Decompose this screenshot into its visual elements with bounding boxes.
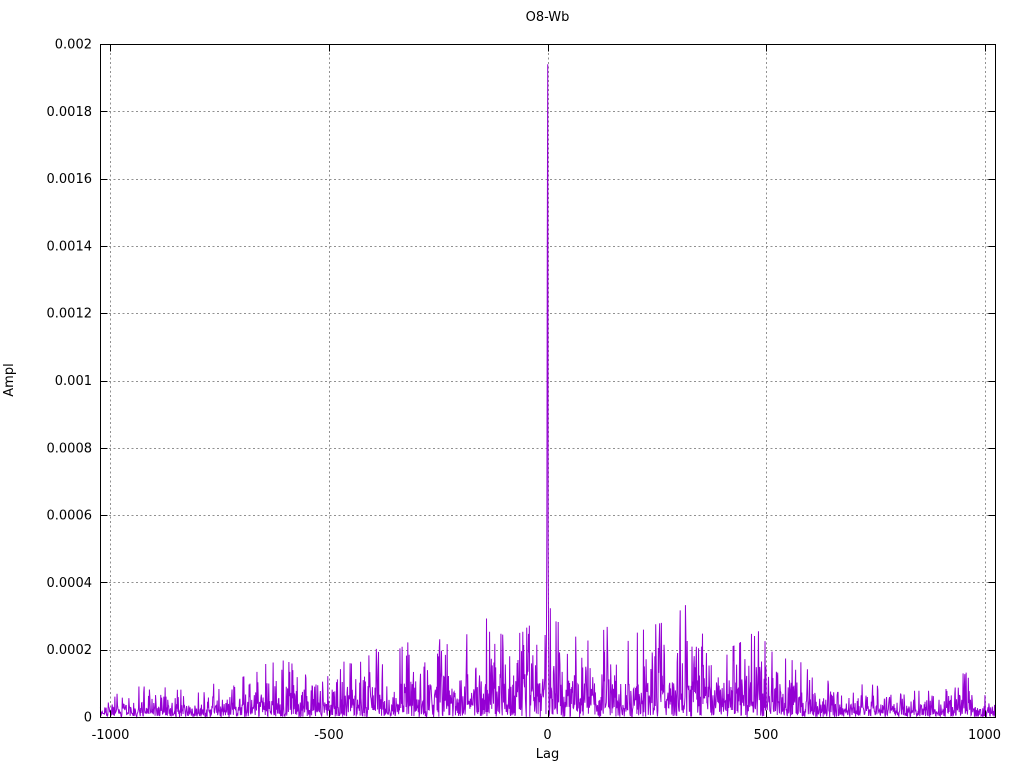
plot-canvas: 0 0.0002 0.0004 0.0006 0.0008 0.001 0.0012 0.00…	[47, 38, 1002, 744]
y-tick-label: 0.0014	[47, 239, 93, 254]
y-tick-label: 0.002	[55, 38, 92, 53]
x-tick-label: -1000	[92, 728, 130, 743]
y-tick-label: 0.0006	[47, 509, 93, 524]
y-tick-label: 0.0018	[47, 105, 93, 120]
y-tick-label: 0	[84, 711, 92, 726]
y-axis-label: Ampl	[2, 363, 17, 397]
x-tick-label: 500	[754, 728, 779, 743]
series-line	[99, 64, 996, 719]
x-axis-label: Lag	[535, 747, 560, 762]
x-tick-label: 0	[543, 728, 551, 743]
y-tick-label: 0.0002	[47, 643, 93, 658]
x-tick-label: 1000	[968, 728, 1001, 743]
y-tick-label: 0.0016	[47, 172, 93, 187]
x-tick-label: -500	[314, 728, 344, 743]
chart-title: O8-Wb	[525, 10, 570, 25]
figure: 0 0.0002 0.0004 0.0006 0.0008 0.001 0.0012 0.00…	[0, 0, 1024, 768]
y-tick-label: 0.0012	[47, 307, 93, 322]
y-tick-label: 0.0008	[47, 441, 93, 456]
y-tick-label: 0.001	[55, 374, 92, 389]
y-tick-label: 0.0004	[47, 576, 93, 591]
